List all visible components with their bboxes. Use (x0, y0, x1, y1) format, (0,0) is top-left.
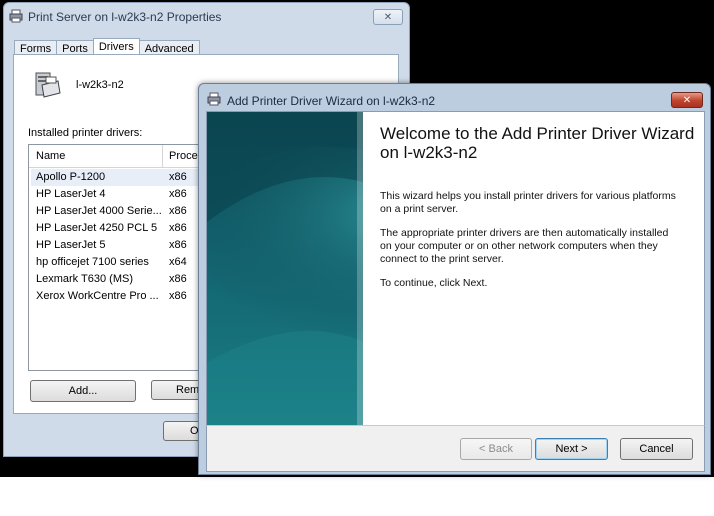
driver-name: HP LaserJet 5 (36, 239, 106, 251)
driver-processor: x86 (169, 273, 187, 285)
wizard-side-banner (207, 112, 363, 425)
wizard-detail-text: The appropriate printer drivers are then… (380, 227, 669, 265)
wizard-heading: Welcome to the Add Printer Driver Wizard… (380, 124, 695, 162)
driver-processor: x86 (169, 290, 187, 302)
driver-name: Xerox WorkCentre Pro ... (36, 290, 159, 302)
wizard-intro-text: This wizard helps you install printer dr… (380, 190, 676, 215)
driver-processor: x86 (169, 205, 187, 217)
column-separator[interactable] (162, 145, 163, 167)
installed-drivers-label: Installed printer drivers: (28, 127, 143, 139)
wizard-title: Add Printer Driver Wizard on l-w2k3-n2 (227, 93, 436, 108)
driver-processor: x86 (169, 188, 187, 200)
wizard-footer: < Back Next > Cancel (206, 425, 705, 472)
driver-name: HP LaserJet 4 (36, 188, 106, 200)
wizard-content: Welcome to the Add Printer Driver Wizard… (206, 111, 705, 426)
driver-processor: x86 (169, 171, 187, 183)
driver-name: HP LaserJet 4250 PCL 5 (36, 222, 158, 234)
driver-processor: x86 (169, 239, 187, 251)
printer-icon (207, 92, 221, 109)
printer-icon (9, 9, 23, 26)
driver-processor: x86 (169, 222, 187, 234)
print-server-icon (30, 69, 62, 104)
properties-title: Print Server on l-w2k3-n2 Properties (28, 10, 222, 24)
add-driver-button[interactable]: Add... (30, 380, 136, 402)
driver-name: hp officejet 7100 series (36, 256, 149, 268)
driver-processor: x64 (169, 256, 187, 268)
column-header-name[interactable]: Name (36, 150, 65, 162)
driver-name: Apollo P-1200 (36, 171, 106, 183)
server-name: l-w2k3-n2 (76, 79, 124, 91)
wizard-title-bar: Add Printer Driver Wizard on l-w2k3-n2 (207, 92, 435, 109)
wizard-continue-text: To continue, click Next. (380, 277, 488, 289)
properties-close-button[interactable]: ✕ (373, 9, 403, 25)
wizard-close-button[interactable]: ✕ (671, 92, 703, 108)
properties-title-bar: Print Server on l-w2k3-n2 Properties (9, 9, 221, 25)
driver-name: Lexmark T630 (MS) (36, 273, 133, 285)
cancel-button[interactable]: Cancel (620, 438, 693, 460)
next-button[interactable]: Next > (535, 438, 608, 460)
driver-name: HP LaserJet 4000 Serie... (36, 205, 162, 217)
add-printer-driver-wizard-window: Add Printer Driver Wizard on l-w2k3-n2 ✕ (198, 83, 711, 475)
back-button[interactable]: < Back (460, 438, 532, 460)
